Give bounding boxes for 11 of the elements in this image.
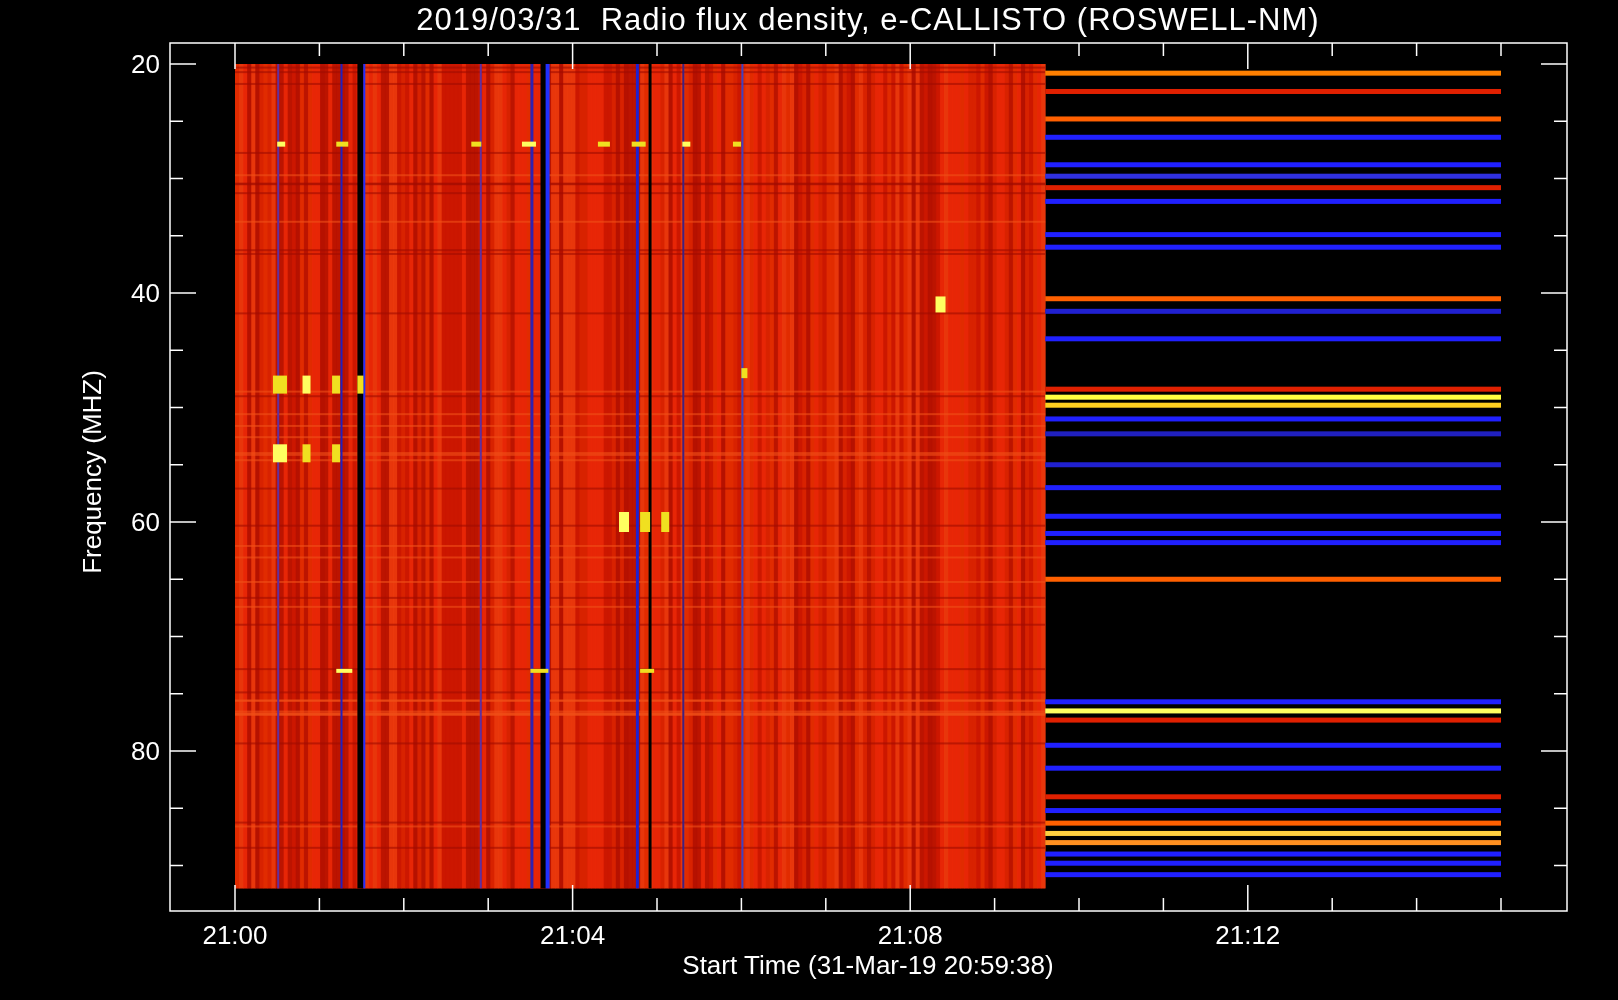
axis-title: Start Time (31-Mar-19 20:59:38) [682,950,1054,980]
tick-label: 40 [131,278,160,308]
axis-title: Frequency (MHZ) [77,370,107,574]
tick-label: 60 [131,507,160,537]
tick-label: 21:04 [540,920,606,950]
chart-title: 2019/03/31 Radio flux density, e-CALLISTO (ROSWELL-NM) [416,2,1320,38]
tick-label: 21:00 [202,920,268,950]
tick-label: 20 [131,49,160,79]
tick-label: 80 [131,736,160,766]
tick-label: 21:12 [1215,920,1281,950]
tick-label: 21:08 [877,920,943,950]
